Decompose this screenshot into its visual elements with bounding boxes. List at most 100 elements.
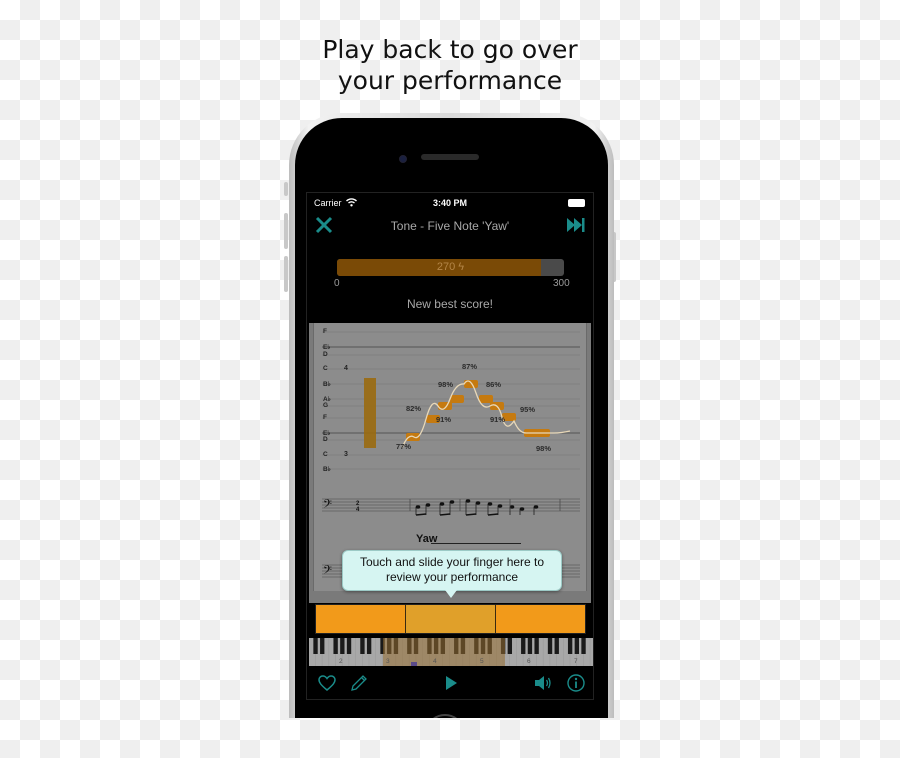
pencil-icon bbox=[351, 675, 367, 691]
voice-range-highlight bbox=[383, 638, 505, 666]
earpiece-speaker bbox=[421, 154, 479, 160]
scrub-hint-tooltip: Touch and slide your finger here to revi… bbox=[342, 550, 562, 598]
app-screen: Carrier 3:40 PM Tone - Five Note 'Yaw' 2… bbox=[306, 192, 594, 700]
music-note bbox=[497, 504, 503, 508]
black-key[interactable] bbox=[313, 638, 318, 654]
black-key[interactable] bbox=[527, 638, 533, 654]
note-label: D bbox=[323, 436, 328, 443]
black-key[interactable] bbox=[320, 638, 325, 654]
music-note bbox=[415, 505, 421, 509]
black-key[interactable] bbox=[340, 638, 345, 654]
black-key[interactable] bbox=[574, 638, 580, 654]
octave-number: 4 bbox=[433, 658, 437, 665]
accuracy-label: 86% bbox=[486, 380, 502, 389]
exercise-title: Tone - Five Note 'Yaw' bbox=[390, 219, 510, 233]
note-label: B♭ bbox=[323, 466, 331, 473]
note-label: B♭ bbox=[323, 381, 331, 388]
black-key[interactable] bbox=[547, 638, 553, 654]
music-note bbox=[533, 505, 539, 509]
pitch-trace-line bbox=[401, 380, 571, 449]
black-key[interactable] bbox=[360, 638, 365, 654]
piano-keyboard[interactable]: 2 3 4 5 6 7 bbox=[309, 638, 593, 666]
clock: 3:40 PM bbox=[432, 198, 467, 208]
music-note bbox=[465, 499, 471, 503]
sung-note-block bbox=[450, 395, 464, 403]
info-button[interactable] bbox=[566, 673, 586, 693]
black-key[interactable] bbox=[333, 638, 338, 654]
note-label: C bbox=[323, 451, 328, 458]
accuracy-label: 98% bbox=[536, 444, 552, 453]
note-beam bbox=[439, 513, 451, 516]
lyric-extender-line bbox=[431, 543, 521, 544]
tooltip-pointer bbox=[445, 590, 457, 598]
octave-label: 3 bbox=[344, 451, 348, 458]
note-beam bbox=[487, 513, 499, 516]
accuracy-label: 82% bbox=[406, 404, 422, 413]
black-key[interactable] bbox=[554, 638, 559, 654]
black-key[interactable] bbox=[567, 638, 573, 654]
octave-number: 6 bbox=[527, 658, 531, 665]
volume-button[interactable] bbox=[533, 673, 553, 693]
score-max-label: 300 bbox=[553, 278, 570, 289]
score-value: 270 ϟ bbox=[337, 261, 564, 273]
octave-number: 7 bbox=[574, 658, 578, 665]
playback-scrubber[interactable] bbox=[315, 604, 586, 634]
info-icon bbox=[567, 674, 585, 692]
best-score-message: New best score! bbox=[406, 297, 494, 311]
accuracy-label: 91% bbox=[436, 415, 452, 424]
black-key[interactable] bbox=[507, 638, 513, 654]
octave-number: 3 bbox=[386, 658, 390, 665]
mute-switch bbox=[284, 182, 288, 196]
headline-line-1: Play back to go over bbox=[322, 35, 578, 64]
score-progress-bar: 270 ϟ bbox=[337, 259, 564, 276]
play-button[interactable] bbox=[441, 673, 461, 693]
black-key[interactable] bbox=[534, 638, 539, 654]
note-label: F bbox=[323, 328, 327, 335]
scrubber-segment-active[interactable] bbox=[406, 605, 496, 633]
black-key[interactable] bbox=[521, 638, 526, 654]
skip-forward-icon bbox=[567, 218, 585, 232]
accuracy-label: 95% bbox=[520, 405, 536, 414]
scrubber-segment[interactable] bbox=[316, 605, 406, 633]
note-label: D bbox=[323, 351, 328, 358]
score-min-label: 0 bbox=[334, 278, 340, 289]
octave-label: 4 bbox=[344, 365, 348, 372]
white-key[interactable] bbox=[590, 638, 593, 666]
volume-up-button bbox=[284, 213, 288, 249]
tooltip-line-2: review your performance bbox=[385, 570, 519, 584]
front-camera bbox=[399, 155, 407, 163]
note-label: E♭ bbox=[323, 344, 331, 351]
note-label: G bbox=[323, 402, 329, 409]
tooltip-line-1: Touch and slide your finger here to bbox=[359, 555, 545, 569]
accuracy-label: 87% bbox=[462, 362, 478, 371]
scrubber-segment[interactable] bbox=[496, 605, 585, 633]
home-button bbox=[425, 714, 465, 718]
bass-clef-icon: 𝄢 bbox=[323, 497, 332, 513]
octave-number: 2 bbox=[339, 658, 343, 665]
music-note bbox=[487, 502, 493, 506]
octave-number: 5 bbox=[480, 658, 484, 665]
music-note bbox=[439, 502, 445, 506]
score-number: 270 bbox=[436, 261, 456, 273]
music-note bbox=[475, 501, 481, 505]
pitch-reference-bar bbox=[364, 378, 376, 448]
favorite-button[interactable] bbox=[317, 673, 337, 693]
black-key[interactable] bbox=[581, 638, 586, 654]
speaker-icon bbox=[535, 676, 551, 690]
note-label: F bbox=[323, 414, 327, 421]
current-pitch-marker bbox=[411, 662, 417, 666]
headline: Play back to go over your performance bbox=[0, 34, 900, 96]
headline-line-2: your performance bbox=[337, 66, 563, 95]
black-key[interactable] bbox=[366, 638, 372, 654]
status-bar: Carrier 3:40 PM bbox=[307, 197, 593, 211]
bottom-toolbar bbox=[307, 669, 593, 697]
heart-icon bbox=[318, 675, 336, 691]
volume-down-button bbox=[284, 256, 288, 292]
music-note bbox=[509, 505, 515, 509]
edit-button[interactable] bbox=[349, 673, 369, 693]
bass-clef-icon: 𝄢 bbox=[323, 563, 332, 579]
accuracy-label: 98% bbox=[438, 380, 454, 389]
sung-note-block bbox=[479, 395, 493, 403]
black-key[interactable] bbox=[346, 638, 352, 654]
skip-forward-button[interactable] bbox=[567, 217, 585, 233]
